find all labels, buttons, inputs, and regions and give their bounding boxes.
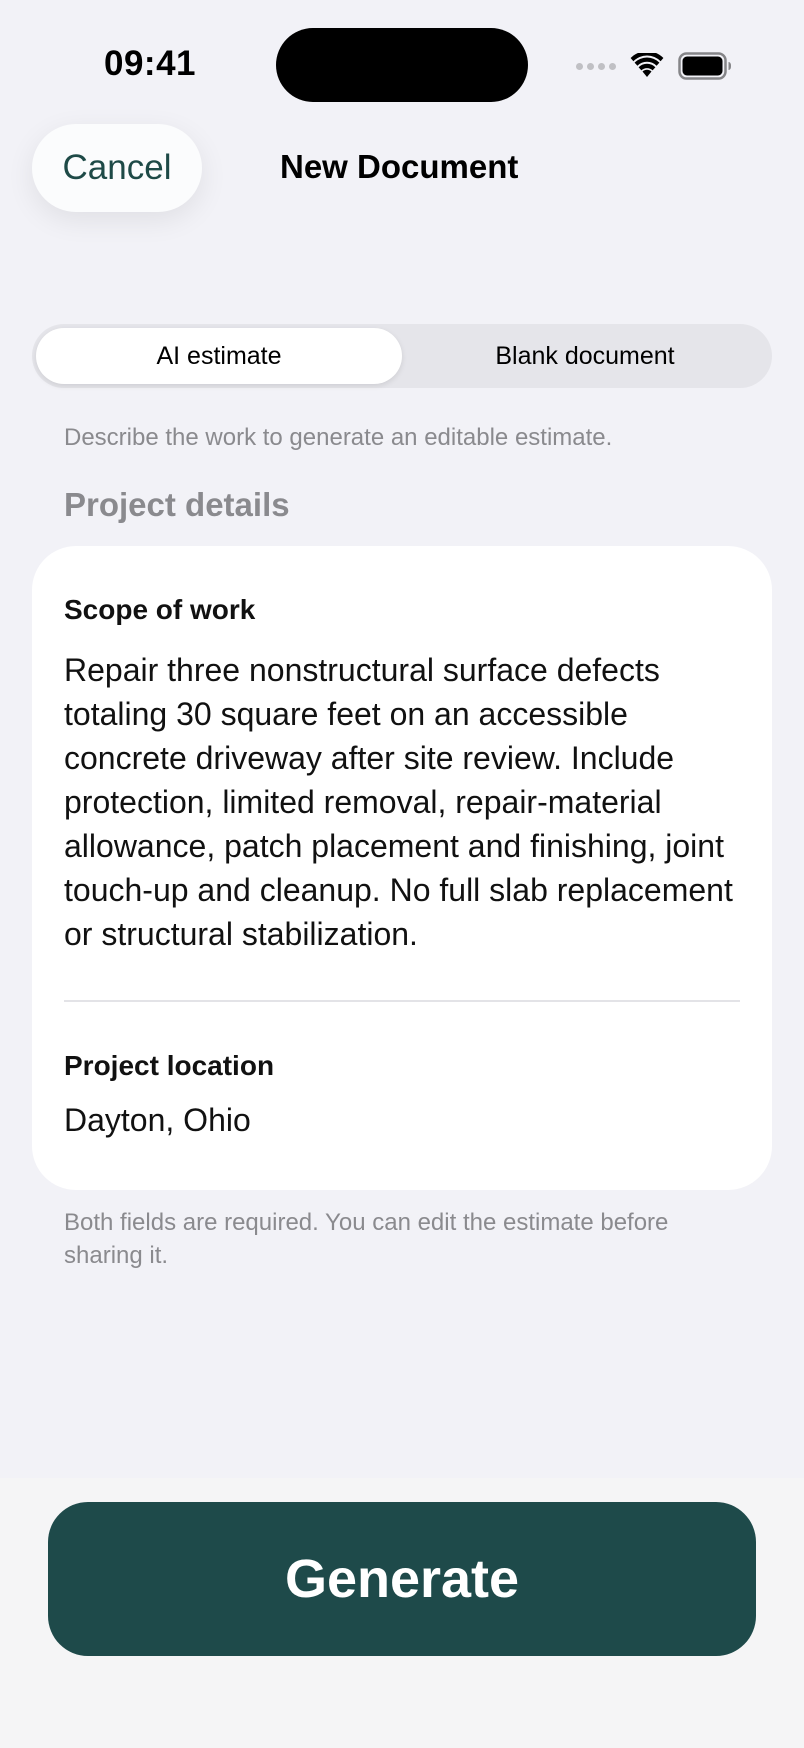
section-header-project-details: Project details bbox=[64, 486, 290, 523]
battery-icon bbox=[678, 52, 731, 80]
project-details-card: Scope of work Repair three nonstructural… bbox=[32, 546, 772, 1190]
new-document-screen: 09:41 Cancel New Document AI estimate Bl… bbox=[0, 0, 804, 1748]
bottom-action-bar: Generate bbox=[0, 1478, 804, 1748]
project-location-field[interactable]: Dayton, Ohio bbox=[64, 1102, 251, 1139]
divider bbox=[64, 1000, 740, 1002]
project-location-label: Project location bbox=[64, 1050, 275, 1081]
cancel-button[interactable]: Cancel bbox=[32, 124, 202, 212]
scope-of-work-label: Scope of work bbox=[64, 594, 256, 625]
segment-blank-document[interactable]: Blank document bbox=[402, 328, 768, 384]
status-time: 09:41 bbox=[104, 44, 197, 83]
cellular-signal-icon bbox=[576, 62, 616, 70]
wifi-icon bbox=[630, 53, 664, 77]
segment-ai-estimate[interactable]: AI estimate bbox=[36, 328, 402, 384]
dynamic-island bbox=[276, 28, 528, 102]
page-title: New Document bbox=[280, 148, 519, 185]
document-type-segmented-control: AI estimate Blank document bbox=[32, 324, 772, 388]
status-icons bbox=[576, 46, 732, 86]
required-fields-footnote: Both fields are required. You can edit t… bbox=[64, 1209, 669, 1269]
scope-of-work-field[interactable]: Repair three nonstructural surface defec… bbox=[64, 648, 744, 956]
helper-text: Describe the work to generate an editabl… bbox=[64, 424, 613, 451]
generate-button[interactable]: Generate bbox=[48, 1502, 756, 1656]
